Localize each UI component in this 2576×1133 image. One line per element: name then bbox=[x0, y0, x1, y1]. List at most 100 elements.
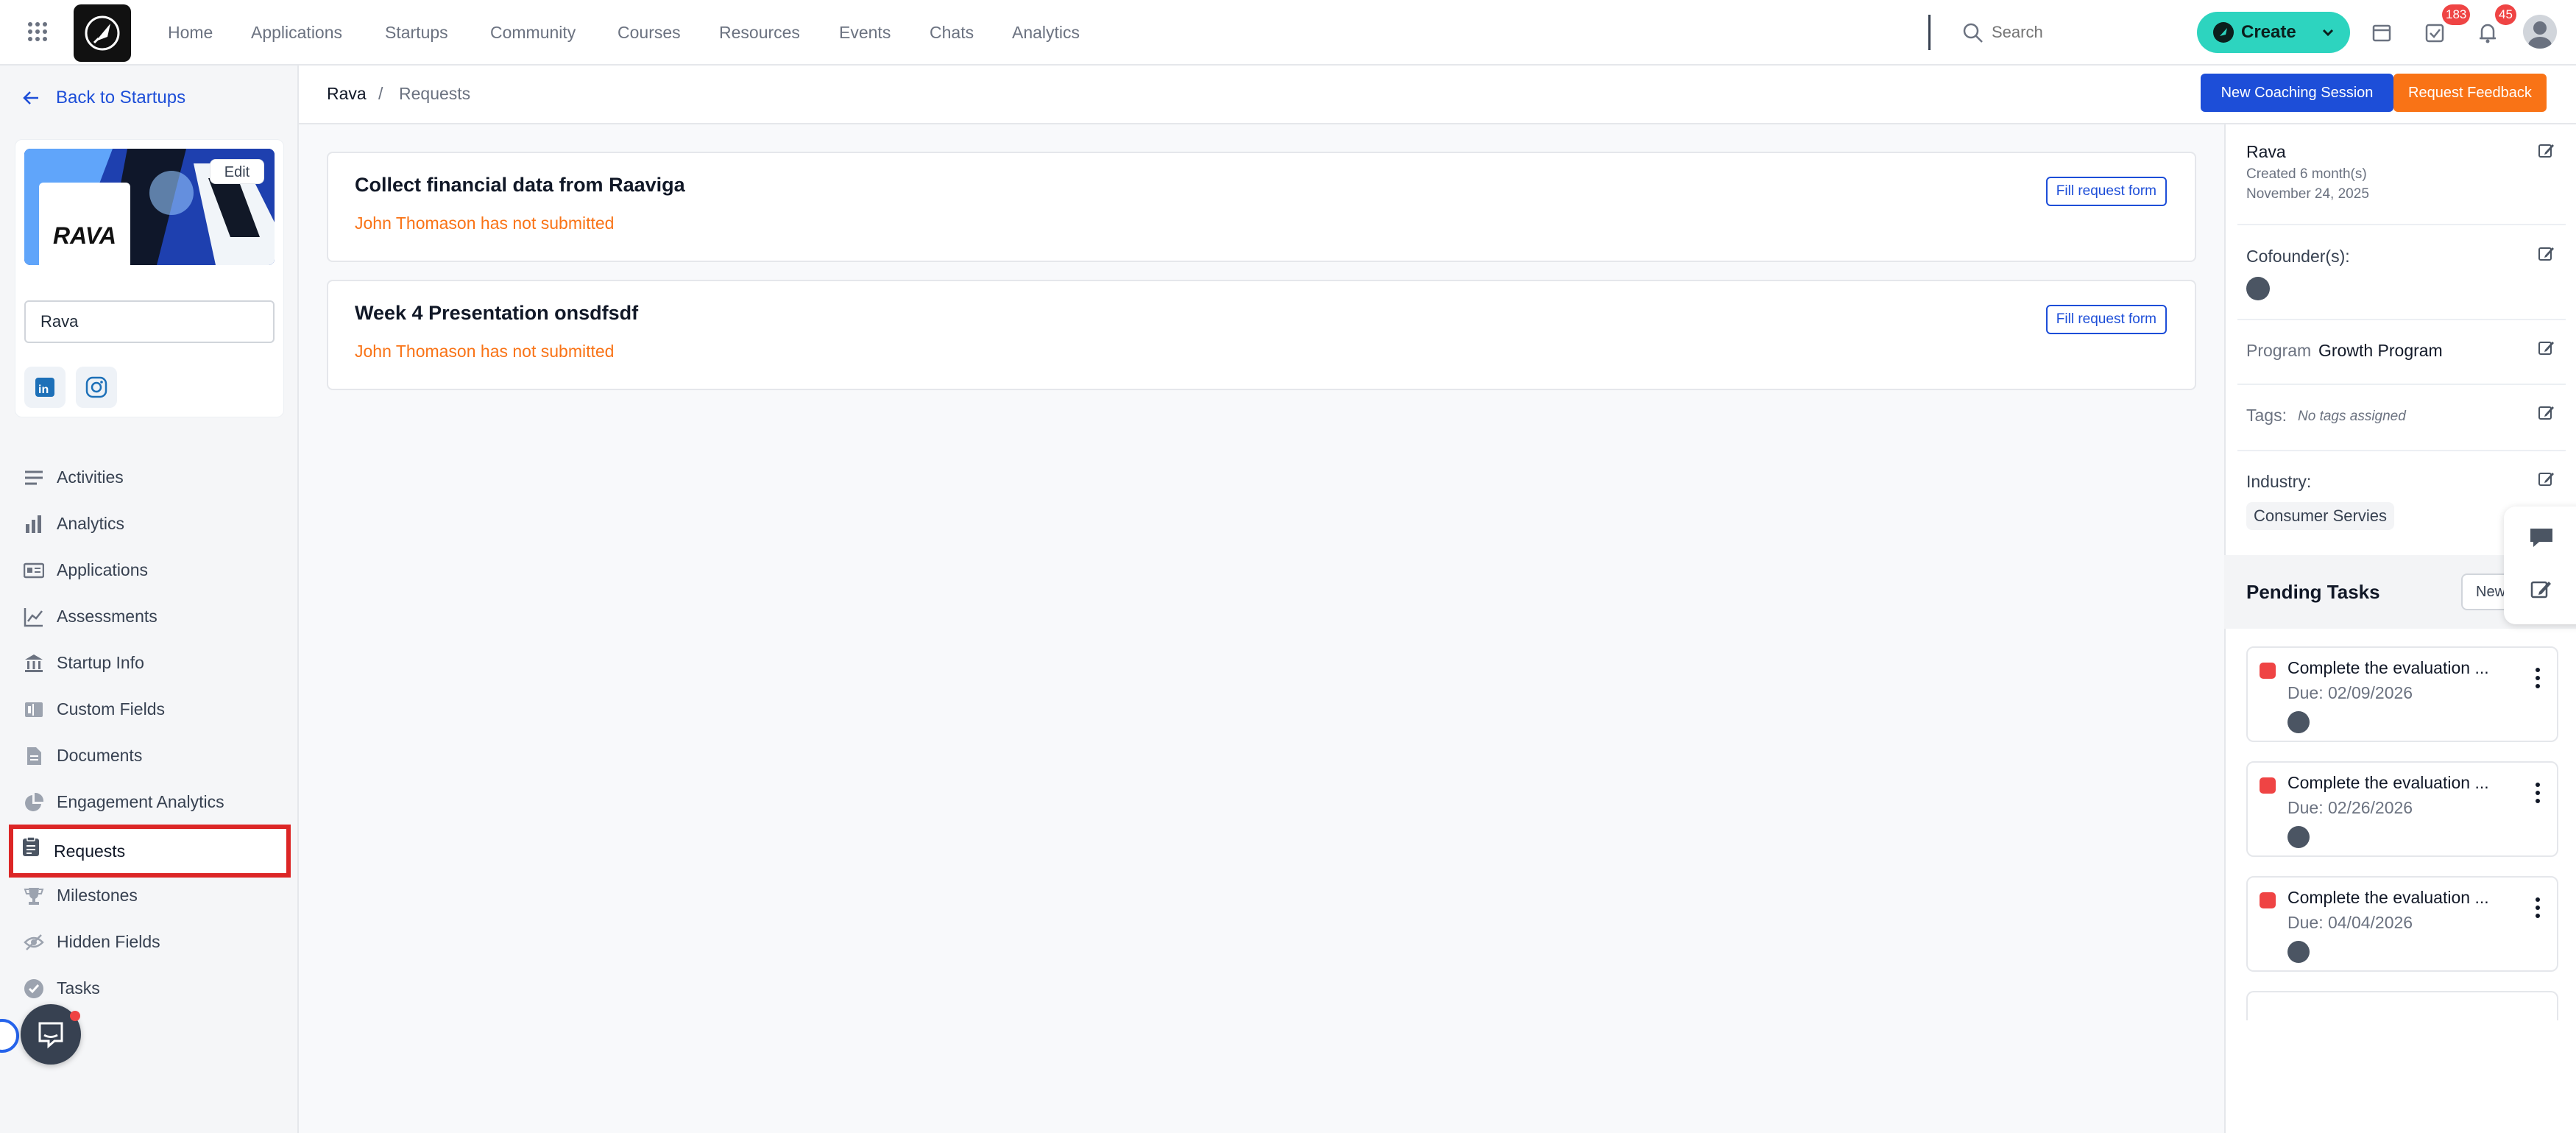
sidebar-item-label: Documents bbox=[57, 746, 143, 765]
startup-banner-image: Edit RAVA bbox=[24, 149, 275, 265]
create-label: Create bbox=[2241, 22, 2296, 42]
fill-request-form-button[interactable]: Fill request form bbox=[2045, 177, 2167, 206]
section-divider bbox=[2237, 224, 2566, 225]
task-title: Complete the evaluation ... bbox=[2287, 888, 2489, 907]
section-divider bbox=[2237, 384, 2566, 385]
edit-icon[interactable] bbox=[2538, 142, 2555, 160]
cofounder-avatar[interactable] bbox=[2246, 277, 2270, 300]
priority-indicator bbox=[2260, 777, 2276, 794]
calendar-icon[interactable] bbox=[2367, 18, 2396, 47]
sidebar-item-label: Requests bbox=[54, 841, 126, 861]
sidebar-item-requests[interactable]: Requests bbox=[9, 825, 291, 878]
sidebar-item-label: Applications bbox=[57, 560, 149, 579]
sidebar-item-label: Custom Fields bbox=[57, 699, 165, 719]
comment-icon[interactable] bbox=[2529, 527, 2554, 549]
nav-startups[interactable]: Startups bbox=[385, 0, 448, 66]
sidebar-item-documents[interactable]: Documents bbox=[12, 733, 288, 777]
nav-courses[interactable]: Courses bbox=[618, 0, 681, 66]
id-card-icon bbox=[24, 560, 44, 581]
svg-text:in: in bbox=[38, 384, 49, 396]
sidebar-item-custom-fields[interactable]: Custom Fields bbox=[12, 687, 288, 731]
sidebar-item-startup-info[interactable]: Startup Info bbox=[12, 640, 288, 685]
request-card: Collect financial data from Raaviga John… bbox=[327, 152, 2196, 262]
request-status: John Thomason has not submitted bbox=[355, 342, 615, 361]
more-vertical-icon[interactable] bbox=[2535, 782, 2541, 804]
nav-home[interactable]: Home bbox=[168, 0, 213, 66]
breadcrumb-separator: / bbox=[378, 84, 383, 103]
edit-note-icon[interactable] bbox=[2530, 579, 2552, 601]
sidebar-item-applications[interactable]: Applications bbox=[12, 548, 288, 592]
assignee-avatar bbox=[2287, 826, 2310, 848]
sidebar-item-assessments[interactable]: Assessments bbox=[12, 594, 288, 638]
sidebar-item-label: Hidden Fields bbox=[57, 932, 160, 951]
sidebar-item-label: Startup Info bbox=[57, 653, 144, 672]
bar-chart-icon bbox=[24, 514, 44, 534]
chat-unread-dot bbox=[70, 1011, 80, 1021]
new-coaching-session-button[interactable]: New Coaching Session bbox=[2201, 74, 2393, 112]
task-due-date: Due: 02/09/2026 bbox=[2287, 683, 2413, 702]
chevron-down-icon bbox=[2321, 25, 2335, 40]
request-status: John Thomason has not submitted bbox=[355, 213, 615, 233]
task-title: Complete the evaluation ... bbox=[2287, 658, 2489, 677]
sidebar-item-milestones[interactable]: Milestones bbox=[12, 873, 288, 917]
request-feedback-button[interactable]: Request Feedback bbox=[2393, 74, 2547, 112]
breadcrumb-current: Requests bbox=[399, 84, 471, 103]
sidebar-item-activities[interactable]: Activities bbox=[12, 455, 288, 499]
breadcrumb-root[interactable]: Rava bbox=[327, 66, 367, 121]
task-card[interactable]: Complete the evaluation ... Due: 02/09/2… bbox=[2246, 646, 2558, 742]
edit-icon[interactable] bbox=[2538, 470, 2555, 488]
search-input[interactable] bbox=[1992, 18, 2183, 47]
apps-grid-icon[interactable] bbox=[26, 21, 49, 43]
program-label: Program bbox=[2246, 341, 2312, 360]
edit-icon[interactable] bbox=[2538, 339, 2555, 357]
main-content: Rava / Requests Collect financial data f… bbox=[299, 66, 2224, 1133]
nav-resources[interactable]: Resources bbox=[719, 0, 800, 66]
create-button[interactable]: Create bbox=[2197, 12, 2350, 53]
nav-applications[interactable]: Applications bbox=[251, 0, 342, 66]
more-vertical-icon[interactable] bbox=[2535, 667, 2541, 689]
tasks-badge: 183 bbox=[2442, 4, 2471, 25]
pending-tasks-title: Pending Tasks bbox=[2246, 581, 2380, 603]
bank-icon bbox=[24, 653, 44, 674]
fields-icon bbox=[24, 699, 44, 720]
nav-events[interactable]: Events bbox=[839, 0, 891, 66]
nav-divider bbox=[1928, 15, 1931, 50]
fill-request-form-button[interactable]: Fill request form bbox=[2045, 305, 2167, 334]
app-logo[interactable] bbox=[74, 4, 131, 62]
edit-banner-button[interactable]: Edit bbox=[210, 159, 264, 184]
sidebar-item-label: Analytics bbox=[57, 514, 125, 533]
startup-sidebar: Back to Startups Edit RAVA in Act bbox=[0, 66, 299, 1133]
user-avatar[interactable] bbox=[2523, 15, 2557, 49]
assignee-avatar bbox=[2287, 941, 2310, 963]
sidebar-item-engagement-analytics[interactable]: Engagement Analytics bbox=[12, 780, 288, 824]
startup-name-field[interactable] bbox=[24, 300, 275, 343]
sidebar-item-analytics[interactable]: Analytics bbox=[12, 501, 288, 546]
edit-icon[interactable] bbox=[2538, 245, 2555, 263]
tags-label: Tags: bbox=[2246, 406, 2287, 425]
task-card[interactable] bbox=[2246, 991, 2558, 1020]
industry-label: Industry: bbox=[2246, 472, 2312, 491]
nav-analytics[interactable]: Analytics bbox=[1012, 0, 1080, 66]
task-card[interactable]: Complete the evaluation ... Due: 04/04/2… bbox=[2246, 876, 2558, 972]
more-vertical-icon[interactable] bbox=[2535, 897, 2541, 919]
nav-chats[interactable]: Chats bbox=[930, 0, 974, 66]
list-icon bbox=[24, 467, 44, 488]
sidebar-item-tasks[interactable]: Tasks bbox=[12, 966, 288, 1010]
edit-icon[interactable] bbox=[2538, 404, 2555, 422]
priority-indicator bbox=[2260, 892, 2276, 908]
nav-community[interactable]: Community bbox=[490, 0, 576, 66]
instagram-icon[interactable] bbox=[76, 367, 117, 408]
request-card: Week 4 Presentation onsdfsdf John Thomas… bbox=[327, 280, 2196, 390]
request-title: Collect financial data from Raaviga bbox=[355, 174, 685, 196]
document-icon bbox=[24, 746, 44, 766]
panel-divider bbox=[2224, 124, 2226, 1133]
startup-name: Rava bbox=[2246, 142, 2286, 161]
trophy-icon bbox=[24, 886, 44, 906]
startup-profile-card: Edit RAVA in bbox=[15, 139, 284, 417]
search-icon bbox=[1962, 22, 1984, 44]
task-due-date: Due: 02/26/2026 bbox=[2287, 798, 2413, 817]
task-card[interactable]: Complete the evaluation ... Due: 02/26/2… bbox=[2246, 761, 2558, 857]
sidebar-item-hidden-fields[interactable]: Hidden Fields bbox=[12, 920, 288, 964]
linkedin-icon[interactable]: in bbox=[24, 367, 66, 408]
logo-text: RAVA bbox=[53, 222, 116, 249]
